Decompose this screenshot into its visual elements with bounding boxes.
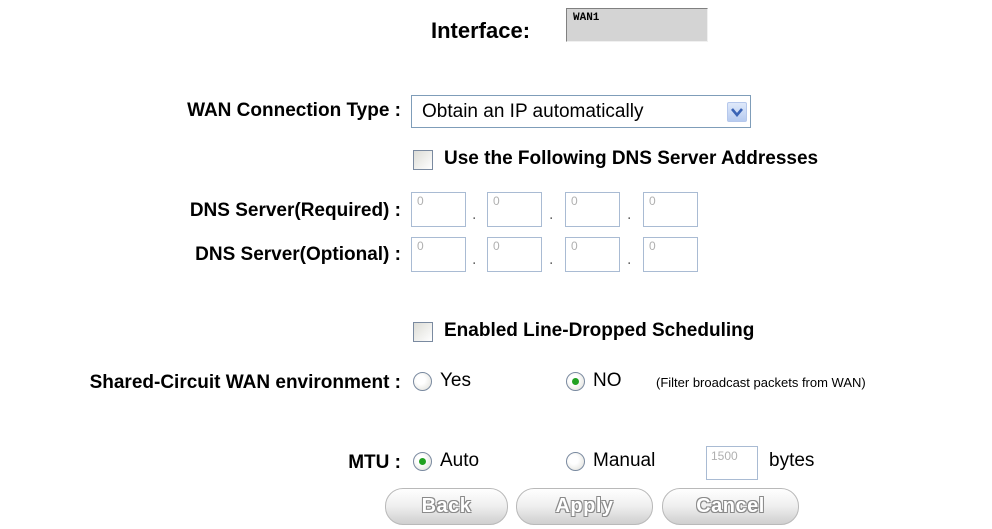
mtu-auto-label: Auto [440, 450, 480, 471]
dns-optional-label: DNS Server(Optional) : [195, 244, 401, 265]
wan-connection-type-value: Obtain an IP automatically [422, 101, 644, 122]
radio-selected-dot [572, 378, 579, 385]
interface-value: WAN1 [566, 8, 708, 42]
back-button[interactable]: Back [385, 488, 508, 525]
mtu-unit: bytes [769, 450, 815, 471]
dns-optional-octet-3[interactable]: 0 [565, 237, 620, 272]
dns-required-octet-1[interactable]: 0 [411, 192, 466, 227]
dns-optional-octet-4[interactable]: 0 [643, 237, 698, 272]
ip-separator: . [627, 251, 632, 268]
ip-separator: . [472, 251, 477, 268]
ip-separator: . [549, 251, 554, 268]
radio-selected-dot [419, 458, 426, 465]
mtu-manual-label: Manual [593, 450, 656, 471]
dns-required-octet-4[interactable]: 0 [643, 192, 698, 227]
shared-circuit-no-radio[interactable] [566, 372, 585, 391]
use-dns-label: Use the Following DNS Server Addresses [444, 148, 819, 169]
dns-required-octet-2[interactable]: 0 [487, 192, 542, 227]
shared-circuit-label: Shared-Circuit WAN environment : [89, 372, 401, 393]
chevron-down-icon[interactable] [727, 102, 747, 122]
wan-connection-type-label: WAN Connection Type : [187, 100, 401, 121]
line-dropped-label: Enabled Line-Dropped Scheduling [444, 320, 755, 341]
dns-required-label: DNS Server(Required) : [189, 200, 401, 221]
apply-button[interactable]: Apply [516, 488, 653, 525]
shared-circuit-yes-radio[interactable] [413, 372, 432, 391]
dns-required-octet-3[interactable]: 0 [565, 192, 620, 227]
shared-circuit-no-label: NO [593, 370, 622, 391]
mtu-auto-radio[interactable] [413, 452, 432, 471]
interface-label: Interface: [431, 18, 531, 43]
use-dns-checkbox[interactable] [413, 150, 433, 170]
wan-connection-type-select[interactable]: Obtain an IP automatically [411, 95, 751, 128]
cancel-button[interactable]: Cancel [662, 488, 799, 525]
line-dropped-checkbox[interactable] [413, 322, 433, 342]
ip-separator: . [627, 206, 632, 223]
mtu-value-input[interactable]: 1500 [706, 446, 758, 480]
dns-optional-octet-1[interactable]: 0 [411, 237, 466, 272]
mtu-label: MTU : [348, 452, 401, 473]
shared-circuit-note: (Filter broadcast packets from WAN) [656, 375, 866, 390]
ip-separator: . [549, 206, 554, 223]
ip-separator: . [472, 206, 477, 223]
mtu-manual-radio[interactable] [566, 452, 585, 471]
dns-optional-octet-2[interactable]: 0 [487, 237, 542, 272]
shared-circuit-yes-label: Yes [440, 370, 471, 391]
